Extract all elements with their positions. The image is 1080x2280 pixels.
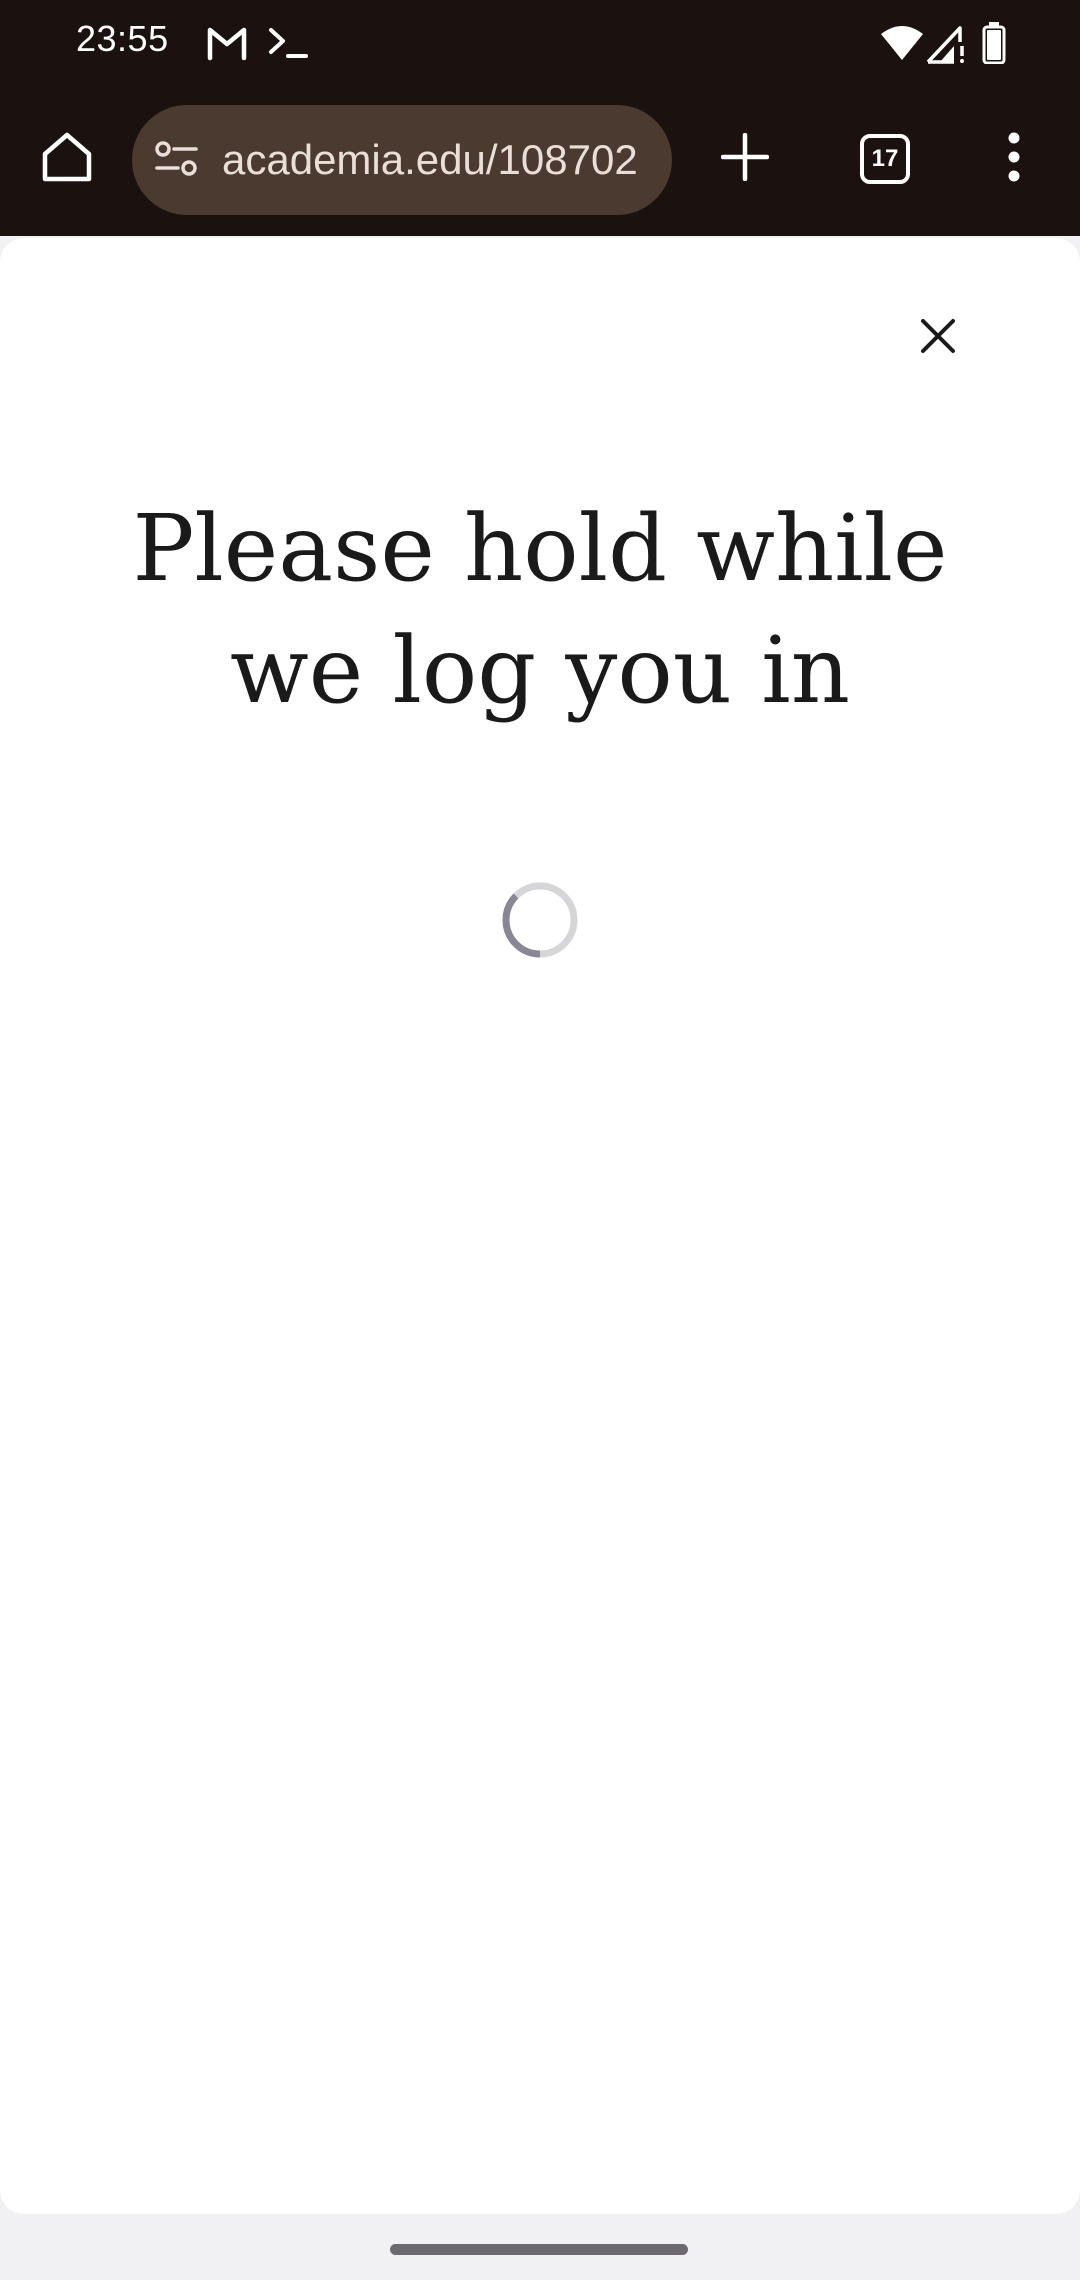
gesture-handle[interactable] — [390, 2244, 688, 2255]
close-button[interactable] — [900, 300, 976, 376]
site-settings-icon[interactable] — [154, 140, 200, 185]
page-title: Please hold while we log you in — [80, 488, 1000, 732]
status-bar: 23:55 — [0, 0, 1080, 88]
more-menu-icon — [1007, 132, 1021, 187]
title-line-2: we log you in — [230, 617, 850, 724]
browser-toolbar: academia.edu/108702 17 — [0, 88, 1080, 236]
tab-count-label: 17 — [871, 145, 899, 172]
more-menu-button[interactable] — [990, 120, 1038, 198]
new-tab-button[interactable] — [706, 120, 784, 198]
wifi-icon — [880, 24, 924, 67]
home-button[interactable] — [28, 120, 106, 198]
status-time: 23:55 — [76, 18, 169, 59]
gmail-icon — [206, 24, 248, 67]
gesture-nav-area — [0, 2214, 1080, 2280]
close-icon — [920, 318, 956, 359]
terminal-icon — [268, 26, 308, 65]
signal-icon — [926, 24, 966, 69]
battery-icon — [982, 22, 1006, 69]
new-tab-icon — [720, 132, 770, 186]
tab-switcher-button[interactable]: 17 — [860, 134, 910, 184]
url-text[interactable]: academia.edu/108702 — [222, 105, 662, 215]
login-sheet: Please hold while we log you in — [0, 238, 1080, 2214]
loading-spinner-icon — [500, 880, 580, 960]
address-bar[interactable]: academia.edu/108702 — [132, 105, 672, 215]
home-icon — [41, 132, 93, 187]
title-line-1: Please hold while — [132, 495, 948, 602]
